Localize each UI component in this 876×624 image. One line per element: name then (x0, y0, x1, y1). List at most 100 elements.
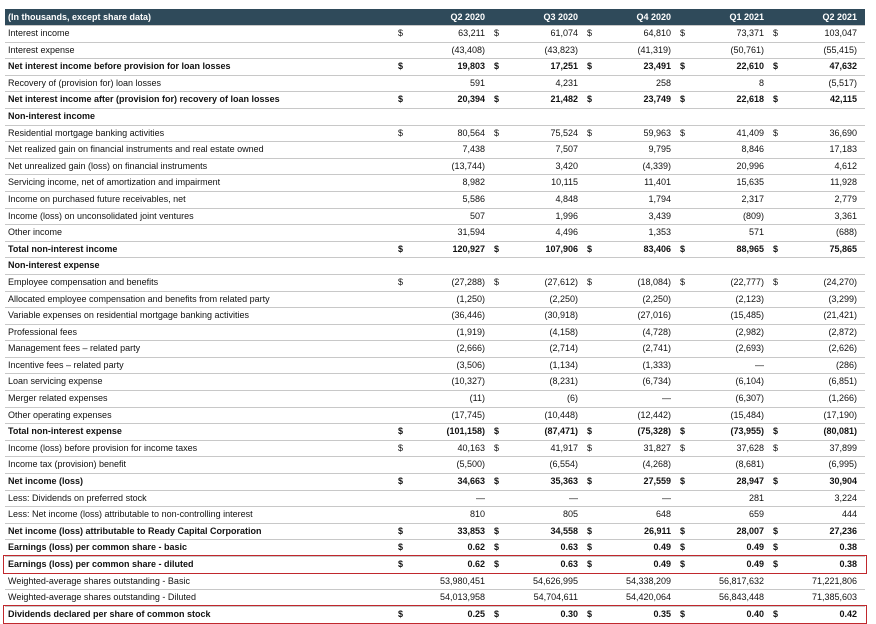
table-row: Variable expenses on residential mortgag… (5, 307, 865, 324)
currency-symbol: $ (773, 542, 779, 553)
currency-symbol: $ (680, 559, 686, 569)
row-label: Net realized gain on financial instrumen… (8, 144, 264, 155)
currency-symbol: $ (587, 542, 593, 553)
cell-value: 507 (469, 210, 485, 221)
cell-value: 103,047 (824, 28, 857, 38)
cell-value: (4,339) (642, 160, 671, 171)
table-row: Employee compensation and benefits $ (27,2… (5, 273, 865, 291)
cell-value: (21,421) (823, 310, 857, 321)
cell-value: 22,618 (736, 94, 764, 105)
row-label: Servicing income, net of amortization an… (8, 177, 221, 188)
currency-symbol: $ (587, 426, 593, 437)
cell-value: (43,408) (451, 44, 485, 55)
cell-value: 54,338,209 (625, 575, 671, 586)
row-label: Less: Dividends on preferred stock (8, 492, 147, 503)
column-header: Q3 2020 (543, 12, 578, 22)
cell-value: (6,995) (828, 459, 857, 470)
table-row: Income (loss) before provision for incom… (5, 439, 865, 457)
cell-value: 88,965 (736, 243, 764, 254)
cell-value: 56,843,448 (718, 592, 764, 603)
column-header: Q2 2021 (822, 12, 857, 22)
cell-value: (809) (742, 210, 764, 221)
currency-symbol: $ (773, 28, 779, 38)
table-row: Interest expense (43,408) (43,823) (41,319)… (5, 41, 865, 59)
currency-symbol: $ (680, 608, 686, 619)
currency-symbol: $ (398, 442, 404, 453)
cell-value: 0.62 (467, 559, 485, 569)
cell-value: (8,681) (735, 459, 764, 470)
table-row: Earnings (loss) per common share - basic… (5, 539, 865, 556)
cell-value: 571 (748, 227, 764, 238)
cell-value: 54,420,064 (625, 592, 671, 603)
currency-symbol: $ (773, 559, 779, 569)
cell-value: 258 (655, 77, 671, 88)
cell-value: 648 (655, 509, 671, 520)
cell-value: (18,084) (637, 276, 671, 287)
row-label: Loan servicing expense (8, 376, 103, 387)
currency-symbol: $ (587, 525, 593, 536)
cell-value: 8,846 (741, 144, 764, 155)
currency-symbol: $ (680, 542, 686, 553)
cell-value: 0.49 (653, 559, 671, 569)
currency-symbol: $ (587, 608, 593, 619)
cell-value: (8,231) (549, 376, 578, 387)
currency-symbol: $ (587, 127, 593, 138)
cell-value: (43,823) (544, 44, 578, 55)
currency-symbol: $ (494, 476, 500, 487)
cell-value: 23,749 (643, 94, 671, 105)
row-label: Income (loss) before provision for incom… (8, 442, 198, 453)
cell-value: 805 (562, 509, 578, 520)
cell-value: 71,385,603 (811, 592, 857, 603)
currency-symbol: $ (398, 276, 404, 287)
table-row: Weighted-average shares outstanding - Di… (5, 589, 865, 606)
cell-value: (6,104) (735, 376, 764, 387)
cell-value: 63,211 (458, 28, 485, 38)
cell-value: 34,663 (457, 476, 485, 487)
cell-value: (15,485) (730, 310, 764, 321)
cell-value: (80,081) (823, 426, 857, 437)
currency-symbol: $ (398, 28, 404, 38)
header-label: (In thousands, except share data) (8, 12, 152, 22)
cell-value: (73,955) (730, 426, 764, 437)
row-label: Variable expenses on residential mortgag… (8, 310, 249, 321)
table-row: Net unrealized gain (loss) on financial … (5, 157, 865, 175)
cell-value: 54,013,958 (439, 592, 485, 603)
table-row: Loan servicing expense (10,327) (8,231) (6,… (5, 373, 865, 390)
currency-symbol: $ (494, 542, 500, 553)
currency-symbol: $ (398, 542, 404, 553)
currency-symbol: $ (680, 28, 686, 38)
cell-value: 54,626,995 (532, 575, 578, 586)
column-header: Q4 2020 (636, 12, 671, 22)
cell-value: — (755, 359, 764, 370)
row-label: Less: Net income (loss) attributable to … (8, 509, 253, 520)
cell-value: 0.35 (653, 608, 671, 619)
table-row: Servicing income, net of amortization an… (5, 174, 865, 191)
currency-symbol: $ (680, 61, 686, 72)
cell-value: (5,500) (456, 459, 485, 470)
cell-value: (2,626) (828, 343, 857, 354)
table-row: Non-interest expense (5, 257, 865, 274)
cell-value: 107,906 (545, 243, 578, 254)
cell-value: 47,632 (829, 61, 857, 72)
cell-value: 0.38 (839, 559, 857, 569)
cell-value: 19,803 (457, 61, 485, 72)
table-row: Earnings (loss) per common share - dilut… (5, 556, 865, 573)
table-row: Allocated employee compensation and bene… (5, 290, 865, 308)
currency-symbol: $ (773, 525, 779, 536)
table-row: Recovery of (provision for) loan losses 5… (5, 74, 865, 92)
currency-symbol: $ (587, 476, 593, 487)
currency-symbol: $ (773, 608, 779, 619)
cell-value: (2,250) (549, 293, 578, 304)
cell-value: (13,744) (451, 160, 485, 171)
cell-value: 3,224 (834, 492, 857, 503)
row-label: Professional fees (8, 326, 78, 337)
cell-value: 0.49 (746, 542, 764, 553)
currency-symbol: $ (494, 94, 500, 105)
row-label: Total non-interest expense (8, 426, 122, 437)
cell-value: 20,394 (457, 94, 485, 105)
cell-value: 0.40 (746, 608, 764, 619)
currency-symbol: $ (398, 426, 404, 437)
cell-value: 659 (748, 509, 764, 520)
cell-value: 8 (758, 77, 764, 88)
cell-value: 40,163 (457, 442, 485, 453)
